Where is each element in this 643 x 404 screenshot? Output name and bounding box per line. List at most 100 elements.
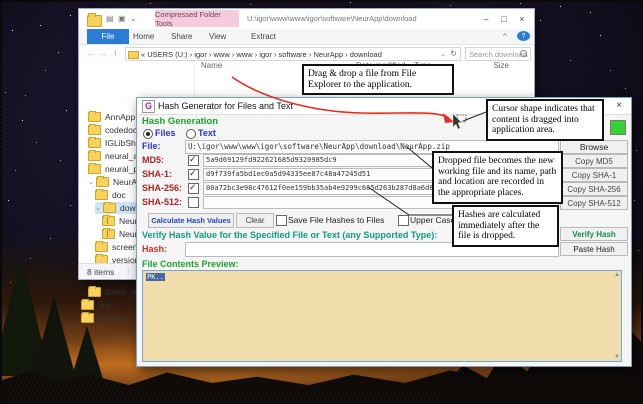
hash-label-sha1: SHA-1:	[142, 169, 186, 179]
address-dropdown-icon[interactable]: ⌄	[440, 50, 446, 58]
scroll-up-icon[interactable]: ▲	[614, 272, 620, 278]
ribbon-collapse-chevron-icon[interactable]: ^	[497, 29, 513, 44]
expand-chevron-icon[interactable]: ⌄	[88, 178, 94, 186]
tree-item-label: invc	[98, 300, 113, 310]
preview-selected-text: PK..	[146, 273, 165, 281]
file-label: File:	[142, 141, 161, 151]
preview-label: File Contents Preview:	[142, 259, 239, 269]
hash-app-icon: G	[142, 100, 155, 113]
tree-item-codedoc[interactable]: codedoc	[88, 124, 137, 136]
hash-label-md5: MD5:	[142, 155, 186, 165]
save-hashes-checkbox[interactable]	[276, 215, 287, 226]
tab-view[interactable]: View	[203, 29, 232, 44]
forward-icon[interactable]: →	[99, 48, 108, 58]
search-placeholder: Search download	[469, 50, 527, 59]
hash-checkbox-sha512[interactable]	[188, 197, 199, 208]
browse-button[interactable]: Browse	[560, 140, 628, 154]
column-header-name[interactable]: Name	[201, 61, 222, 70]
zip-folder-icon	[102, 216, 115, 226]
upper-case-label[interactable]: Upper Case	[410, 215, 455, 225]
hash-checkbox-sha256[interactable]	[188, 183, 199, 194]
copy-button-sha1[interactable]: Copy SHA-1	[560, 168, 628, 182]
folder-icon	[81, 300, 94, 310]
folder-icon	[128, 51, 139, 59]
callout-hashes-calculated: Hashes are calculated immediately after …	[452, 205, 559, 247]
hash-checkbox-md5[interactable]	[188, 155, 199, 166]
text-radio-label[interactable]: Text	[198, 128, 216, 138]
address-bar: ← → ↑ « USERS (U:) › igor › www › www › …	[79, 45, 534, 62]
qat-properties-icon[interactable]: ▤	[106, 14, 114, 23]
hash-label-sha256: SHA-256:	[142, 183, 186, 193]
folder-icon	[88, 125, 101, 135]
hash-checkbox-sha1[interactable]	[188, 169, 199, 180]
folder-icon	[81, 313, 94, 323]
copy-button-md5[interactable]: Copy MD5	[560, 154, 628, 168]
qat-newfolder-icon[interactable]: ▣	[118, 14, 126, 23]
callout-drag-drop: Drag & drop a file from File Explorer to…	[302, 64, 454, 95]
desktop: ▤ ▣ ⌄ Compressed Folder Tools U:\igor\ww…	[0, 0, 643, 404]
tab-share[interactable]: Share	[165, 29, 198, 44]
breadcrumb-path[interactable]: « USERS (U:) › igor › www › www › igor ›…	[141, 50, 382, 59]
explorer-app-icon	[87, 15, 102, 27]
files-radio[interactable]	[143, 129, 153, 139]
ribbon-tab-bar: File Home Share View Extract ^ ?	[79, 29, 534, 45]
calculate-hash-button[interactable]: Calculate Hash Values	[148, 213, 234, 228]
folder-icon	[88, 287, 101, 297]
expand-chevron-icon[interactable]: ⌄	[95, 204, 101, 212]
tree-item-label: codedoc	[105, 125, 137, 135]
window-title-path: U:\igor\www\www\igor\software\NeurApp\do…	[247, 14, 417, 23]
tree-item-annapp[interactable]: AnnApp	[88, 111, 135, 123]
status-divider: |	[127, 266, 129, 276]
verify-heading: Verify Hash Value for the Specified File…	[142, 230, 437, 240]
tree-item-doc[interactable]: doc	[95, 189, 126, 201]
clear-button[interactable]: Clear	[236, 213, 274, 228]
folder-icon	[88, 164, 101, 174]
starfield	[0, 0, 1, 1]
tree-item-invc[interactable]: invc	[81, 299, 113, 311]
hash-generation-label: Hash Generation	[142, 116, 218, 127]
folder-icon	[96, 177, 109, 187]
scroll-down-icon[interactable]: ▼	[614, 354, 620, 360]
tab-file[interactable]: File	[87, 29, 129, 44]
text-radio[interactable]	[186, 129, 196, 139]
copy-button-sha512[interactable]: Copy SHA-512	[560, 196, 628, 210]
folder-icon	[95, 242, 108, 252]
copy-button-sha256[interactable]: Copy SHA-256	[560, 182, 628, 196]
hash-label-sha512: SHA-512:	[142, 197, 186, 207]
upper-case-checkbox[interactable]	[398, 215, 409, 226]
minimize-button[interactable]: –	[478, 11, 494, 26]
callout-cursor-shape: Cursor shape indicates that content is d…	[486, 99, 604, 141]
folder-icon	[88, 151, 101, 161]
drop-indicator	[610, 120, 626, 135]
tab-home[interactable]: Home	[127, 29, 160, 44]
close-icon[interactable]: ×	[612, 100, 626, 112]
tree-item-inverse[interactable]: inverse	[81, 312, 125, 324]
search-icon[interactable]	[520, 50, 527, 57]
folder-icon	[88, 138, 101, 148]
hash-window-title: Hash Generator for Files and Text	[158, 101, 293, 111]
hash-input-label: Hash:	[142, 244, 167, 254]
contextual-tab-header: Compressed Folder Tools	[155, 10, 239, 27]
search-input[interactable]: Search download	[465, 47, 531, 61]
explorer-titlebar[interactable]: ▤ ▣ ⌄ Compressed Folder Tools U:\igor\ww…	[79, 9, 534, 29]
folder-icon	[88, 112, 101, 122]
qat-customize-icon[interactable]: ⌄	[130, 14, 137, 23]
breadcrumb[interactable]: « USERS (U:) › igor › www › www › igor ›…	[125, 47, 461, 61]
save-hashes-label[interactable]: Save File Hashes to Files	[288, 215, 384, 225]
folder-icon	[95, 190, 108, 200]
help-icon[interactable]: ?	[517, 31, 530, 41]
column-header-size[interactable]: Size	[469, 61, 509, 70]
tree-item-label: inverse	[98, 313, 125, 323]
callout-dropped-file: Dropped file becomes the new working fil…	[432, 151, 563, 204]
up-icon[interactable]: ↑	[113, 48, 117, 58]
file-contents-preview[interactable]: PK.. ▲ ▼	[142, 270, 622, 362]
paste-hash-button[interactable]: Paste Hash	[560, 242, 628, 256]
back-icon[interactable]: ←	[87, 48, 96, 58]
close-button[interactable]: ×	[514, 11, 530, 26]
maximize-button[interactable]: □	[496, 11, 512, 26]
tab-extract[interactable]: Extract	[245, 29, 282, 44]
folder-icon	[103, 203, 116, 213]
files-radio-label[interactable]: Files	[155, 128, 176, 138]
verify-hash-button[interactable]: Verify Hash	[560, 227, 628, 241]
refresh-icon[interactable]: ↻	[450, 49, 457, 58]
